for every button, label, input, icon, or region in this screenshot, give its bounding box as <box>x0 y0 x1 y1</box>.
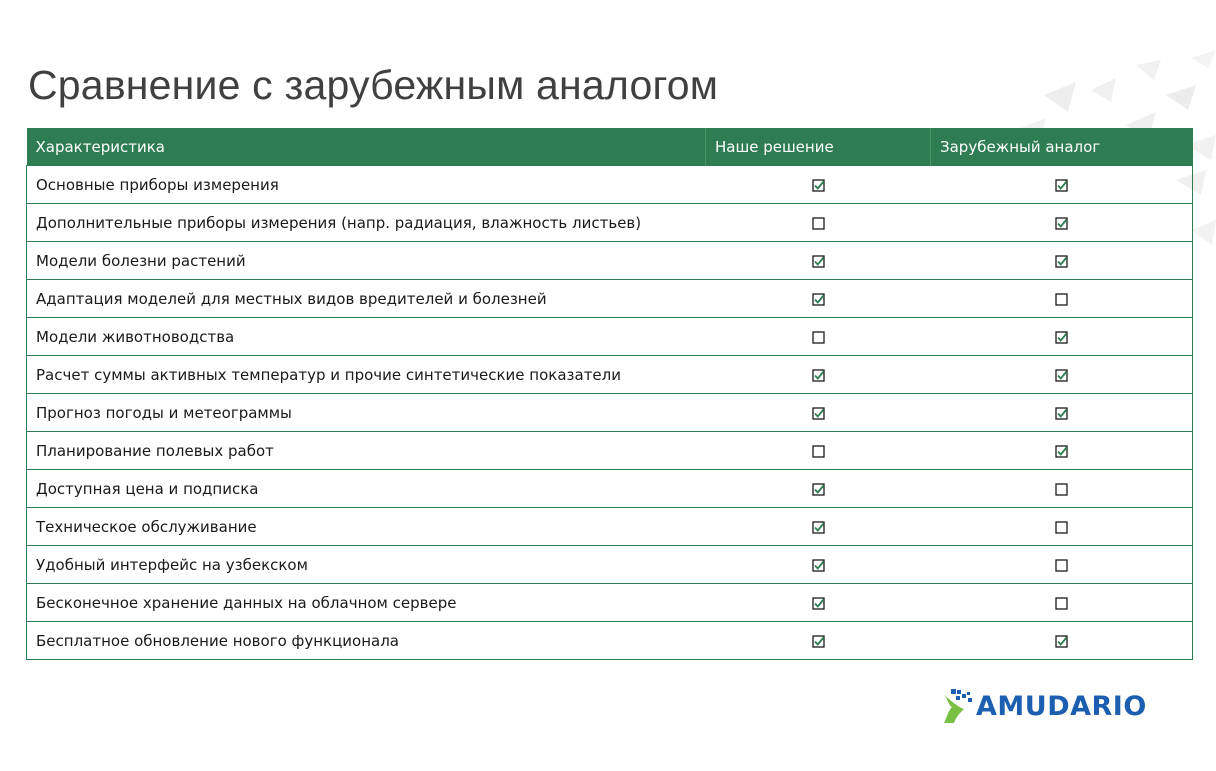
header-foreign-analog: Зарубежный аналог <box>930 128 1193 166</box>
empty-checkbox-icon <box>811 442 825 460</box>
checked-checkbox-icon <box>811 366 825 384</box>
slide-title: Сравнение с зарубежным аналогом <box>28 62 719 108</box>
header-our-solution: Наше решение <box>705 128 931 166</box>
checked-checkbox-icon <box>1055 366 1068 384</box>
checked-checkbox-icon <box>811 480 825 498</box>
our-solution-cell <box>705 431 931 470</box>
table-row: Бесконечное хранение данных на облачном … <box>26 583 1193 622</box>
empty-checkbox-icon <box>811 328 825 346</box>
logo-mark-icon <box>944 689 972 723</box>
checked-checkbox-icon <box>811 594 825 612</box>
foreign-analog-cell <box>930 545 1193 584</box>
header-feature: Характеристика <box>26 128 706 166</box>
checked-checkbox-icon <box>811 290 825 308</box>
foreign-analog-cell <box>930 469 1193 508</box>
foreign-analog-cell <box>930 393 1193 432</box>
empty-checkbox-icon <box>1055 556 1068 574</box>
table-row: Дополнительные приборы измерения (напр. … <box>26 203 1193 242</box>
our-solution-cell <box>705 355 931 394</box>
feature-cell: Бесплатное обновление нового функционала <box>26 621 706 660</box>
feature-cell: Модели болезни растений <box>26 241 706 280</box>
comparison-table: Характеристика Наше решение Зарубежный а… <box>26 128 1193 660</box>
feature-cell: Расчет суммы активных температур и прочи… <box>26 355 706 394</box>
empty-checkbox-icon <box>1055 594 1068 612</box>
foreign-analog-cell <box>930 621 1193 660</box>
table-row: Модели животноводства <box>26 317 1193 356</box>
feature-cell: Адаптация моделей для местных видов вред… <box>26 279 706 318</box>
table-header-row: Характеристика Наше решение Зарубежный а… <box>26 128 1193 166</box>
feature-cell: Техническое обслуживание <box>26 507 706 546</box>
feature-cell: Удобный интерфейс на узбекском <box>26 545 706 584</box>
our-solution-cell <box>705 583 931 622</box>
feature-cell: Модели животноводства <box>26 317 706 356</box>
table-row: Планирование полевых работ <box>26 431 1193 470</box>
foreign-analog-cell <box>930 165 1193 204</box>
our-solution-cell <box>705 621 931 660</box>
table-row: Адаптация моделей для местных видов вред… <box>26 279 1193 318</box>
foreign-analog-cell <box>930 317 1193 356</box>
checked-checkbox-icon <box>811 518 825 536</box>
checked-checkbox-icon <box>1055 328 1068 346</box>
checked-checkbox-icon <box>1055 176 1068 194</box>
table-row: Доступная цена и подписка <box>26 469 1193 508</box>
table-row: Прогноз погоды и метеограммы <box>26 393 1193 432</box>
foreign-analog-cell <box>930 583 1193 622</box>
feature-cell: Планирование полевых работ <box>26 431 706 470</box>
checked-checkbox-icon <box>811 404 825 422</box>
checked-checkbox-icon <box>811 632 825 650</box>
empty-checkbox-icon <box>1055 518 1068 536</box>
our-solution-cell <box>705 165 931 204</box>
our-solution-cell <box>705 507 931 546</box>
checked-checkbox-icon <box>811 556 825 574</box>
foreign-analog-cell <box>930 355 1193 394</box>
feature-cell: Дополнительные приборы измерения (напр. … <box>26 203 706 242</box>
our-solution-cell <box>705 317 931 356</box>
our-solution-cell <box>705 279 931 318</box>
table-row: Расчет суммы активных температур и прочи… <box>26 355 1193 394</box>
brand-logo: AMUDARIO <box>942 688 1147 724</box>
foreign-analog-cell <box>930 203 1193 242</box>
feature-cell: Прогноз погоды и метеограммы <box>26 393 706 432</box>
our-solution-cell <box>705 469 931 508</box>
checked-checkbox-icon <box>1055 404 1068 422</box>
checked-checkbox-icon <box>811 176 825 194</box>
checked-checkbox-icon <box>1055 632 1068 650</box>
empty-checkbox-icon <box>1055 480 1068 498</box>
table-row: Модели болезни растений <box>26 241 1193 280</box>
table-row: Бесплатное обновление нового функционала <box>26 621 1193 660</box>
foreign-analog-cell <box>930 241 1193 280</box>
our-solution-cell <box>705 241 931 280</box>
empty-checkbox-icon <box>1055 290 1068 308</box>
checked-checkbox-icon <box>1055 442 1068 460</box>
brand-name: AMUDARIO <box>976 690 1147 722</box>
feature-cell: Основные приборы измерения <box>26 165 706 204</box>
foreign-analog-cell <box>930 279 1193 318</box>
our-solution-cell <box>705 393 931 432</box>
table-row: Техническое обслуживание <box>26 507 1193 546</box>
our-solution-cell <box>705 545 931 584</box>
table-row: Основные приборы измерения <box>26 165 1193 204</box>
table-row: Удобный интерфейс на узбекском <box>26 545 1193 584</box>
checked-checkbox-icon <box>1055 252 1068 270</box>
foreign-analog-cell <box>930 431 1193 470</box>
feature-cell: Доступная цена и подписка <box>26 469 706 508</box>
empty-checkbox-icon <box>811 214 825 232</box>
checked-checkbox-icon <box>1055 214 1068 232</box>
our-solution-cell <box>705 203 931 242</box>
checked-checkbox-icon <box>811 252 825 270</box>
feature-cell: Бесконечное хранение данных на облачном … <box>26 583 706 622</box>
foreign-analog-cell <box>930 507 1193 546</box>
